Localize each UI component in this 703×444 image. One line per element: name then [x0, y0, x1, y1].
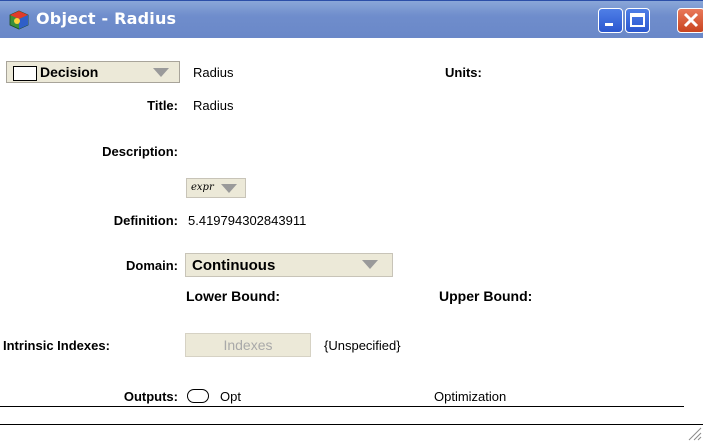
analytica-app-icon	[9, 10, 29, 30]
units-label: Units:	[445, 65, 482, 80]
maximize-button[interactable]	[625, 8, 650, 33]
title-bar[interactable]: Object - Radius	[0, 0, 703, 38]
title-value[interactable]: Radius	[193, 98, 233, 113]
outputs-label: Outputs:	[123, 389, 178, 404]
object-window: Object - Radius Decision Radius Units: T…	[0, 0, 703, 441]
divider	[0, 406, 684, 407]
title-label: Title:	[147, 98, 178, 113]
definition-value[interactable]: 5.419794302843911	[188, 213, 306, 228]
indexes-button[interactable]: Indexes	[185, 333, 311, 357]
scrollbar-area	[684, 38, 703, 424]
status-bar	[0, 424, 703, 441]
definition-label: Definition:	[113, 213, 178, 228]
description-label: Description:	[102, 144, 178, 159]
output-title: Optimization	[434, 389, 507, 404]
chevron-down-icon	[221, 184, 237, 193]
class-dropdown[interactable]: Decision	[6, 61, 180, 83]
window-title: Object - Radius	[36, 9, 177, 28]
indexes-value: {Unspecified}	[324, 338, 401, 353]
minimize-button[interactable]	[598, 8, 623, 33]
class-value: Decision	[40, 64, 99, 80]
lower-bound-label: Lower Bound:	[186, 288, 281, 304]
chevron-down-icon	[362, 260, 378, 269]
domain-value: Continuous	[192, 257, 276, 274]
object-panel	[0, 38, 685, 424]
chevron-down-icon	[153, 68, 169, 77]
identifier-value[interactable]: Radius	[193, 65, 233, 80]
domain-dropdown[interactable]: Continuous	[185, 253, 393, 277]
close-button[interactable]	[677, 8, 703, 33]
decision-node-icon	[13, 66, 37, 81]
resize-grip-icon[interactable]	[683, 424, 703, 441]
expr-value: expr	[191, 182, 214, 193]
minimize-icon	[605, 23, 613, 26]
output-name[interactable]: Opt	[220, 389, 241, 404]
output-node-icon[interactable]	[187, 389, 209, 403]
expr-dropdown[interactable]: expr	[186, 178, 246, 198]
close-icon	[683, 12, 699, 28]
maximize-icon	[630, 13, 645, 27]
upper-bound-label: Upper Bound:	[439, 288, 533, 304]
domain-label: Domain:	[126, 258, 178, 273]
intrinsic-indexes-label: Intrinsic Indexes:	[3, 338, 110, 353]
